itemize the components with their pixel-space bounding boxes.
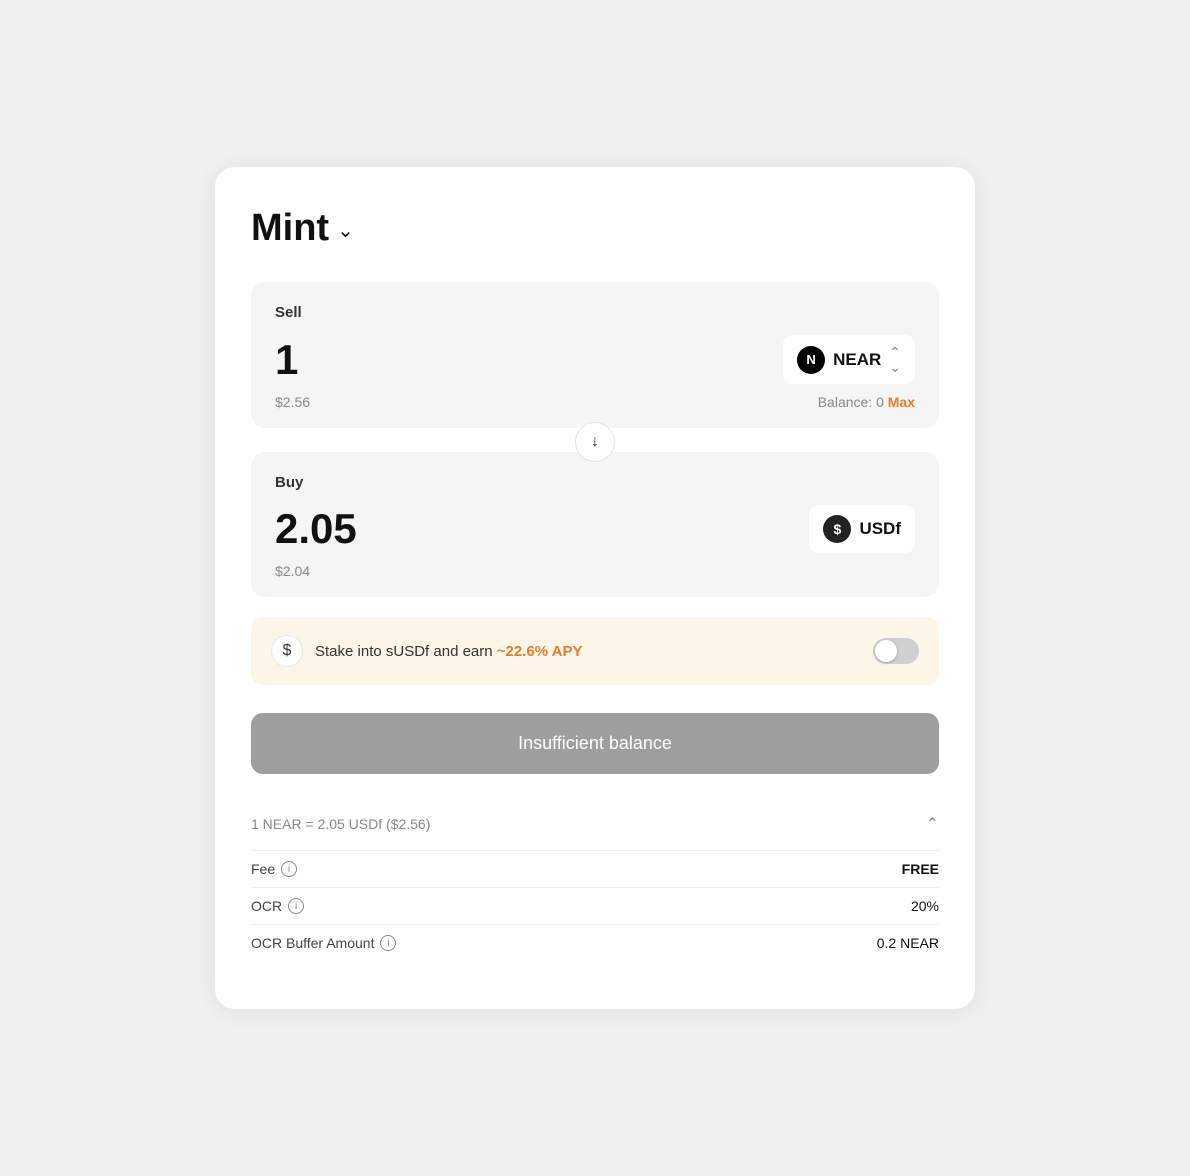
- stake-apy: ~22.6% APY: [497, 643, 583, 660]
- ocr-buffer-value: 0.2 NEAR: [877, 935, 939, 951]
- sell-label: Sell: [275, 304, 915, 321]
- fee-label: Fee i: [251, 861, 297, 877]
- sell-balance: Balance: 0 Max: [818, 394, 915, 410]
- sell-token-selector[interactable]: N NEAR ⌃ ⌄: [783, 335, 915, 384]
- swap-direction-button[interactable]: ↓: [575, 422, 615, 462]
- fee-info-icon[interactable]: i: [281, 861, 297, 877]
- sell-section: Sell 1 N NEAR ⌃ ⌄ $2.56 Balance: 0 Max: [251, 282, 939, 428]
- rate-summary: 1 NEAR = 2.05 USDf ($2.56) ⌃ Fee i FREE …: [251, 814, 939, 961]
- ocr-buffer-row: OCR Buffer Amount i 0.2 NEAR: [251, 924, 939, 961]
- stake-icon: $: [271, 635, 303, 667]
- sell-amount[interactable]: 1: [275, 336, 298, 384]
- ocr-label: OCR i: [251, 898, 304, 914]
- ocr-info-icon[interactable]: i: [288, 898, 304, 914]
- buy-bottom-row: $2.04: [275, 563, 915, 579]
- stake-text: Stake into sUSDf and earn ~22.6% APY: [315, 643, 583, 660]
- near-token-icon: N: [797, 346, 825, 374]
- buy-usd-value: $2.04: [275, 563, 310, 579]
- buy-label: Buy: [275, 474, 915, 491]
- buy-amount[interactable]: 2.05: [275, 505, 357, 553]
- stake-banner: $ Stake into sUSDf and earn ~22.6% APY: [251, 617, 939, 685]
- fee-row: Fee i FREE: [251, 850, 939, 887]
- ocr-buffer-info-icon[interactable]: i: [380, 935, 396, 951]
- rate-chevron-up-icon: ⌃: [926, 814, 939, 834]
- main-card: Mint ⌄ Sell 1 N NEAR ⌃ ⌄ $2.56 Balance: …: [215, 167, 975, 1009]
- buy-section: Buy 2.05 $ USDf $2.04: [251, 452, 939, 597]
- ocr-row: OCR i 20%: [251, 887, 939, 924]
- header: Mint ⌄: [251, 207, 939, 250]
- ocr-value: 20%: [911, 898, 939, 914]
- rate-header-text: 1 NEAR = 2.05 USDf ($2.56): [251, 816, 430, 832]
- sell-token-name: NEAR: [833, 350, 881, 370]
- max-button[interactable]: Max: [888, 394, 915, 410]
- stake-toggle[interactable]: [873, 638, 919, 664]
- usdf-token-icon: $: [823, 515, 851, 543]
- ocr-buffer-label: OCR Buffer Amount i: [251, 935, 396, 951]
- action-button[interactable]: Insufficient balance: [251, 713, 939, 774]
- sell-usd-value: $2.56: [275, 394, 310, 410]
- stake-left: $ Stake into sUSDf and earn ~22.6% APY: [271, 635, 583, 667]
- arrow-down-icon: ↓: [591, 433, 599, 451]
- buy-token-name: USDf: [859, 519, 901, 539]
- buy-token-selector[interactable]: $ USDf: [809, 505, 915, 553]
- sell-token-chevron-icon: ⌃ ⌄: [889, 345, 901, 374]
- page-title: Mint: [251, 207, 329, 250]
- sell-bottom-row: $2.56 Balance: 0 Max: [275, 394, 915, 410]
- buy-amount-row: 2.05 $ USDf: [275, 505, 915, 553]
- fee-value: FREE: [902, 861, 939, 877]
- swap-arrow-divider: ↓: [251, 432, 939, 452]
- sell-amount-row: 1 N NEAR ⌃ ⌄: [275, 335, 915, 384]
- rate-header[interactable]: 1 NEAR = 2.05 USDf ($2.56) ⌃: [251, 814, 939, 834]
- header-chevron-down-icon[interactable]: ⌄: [337, 218, 354, 243]
- toggle-knob: [875, 640, 897, 662]
